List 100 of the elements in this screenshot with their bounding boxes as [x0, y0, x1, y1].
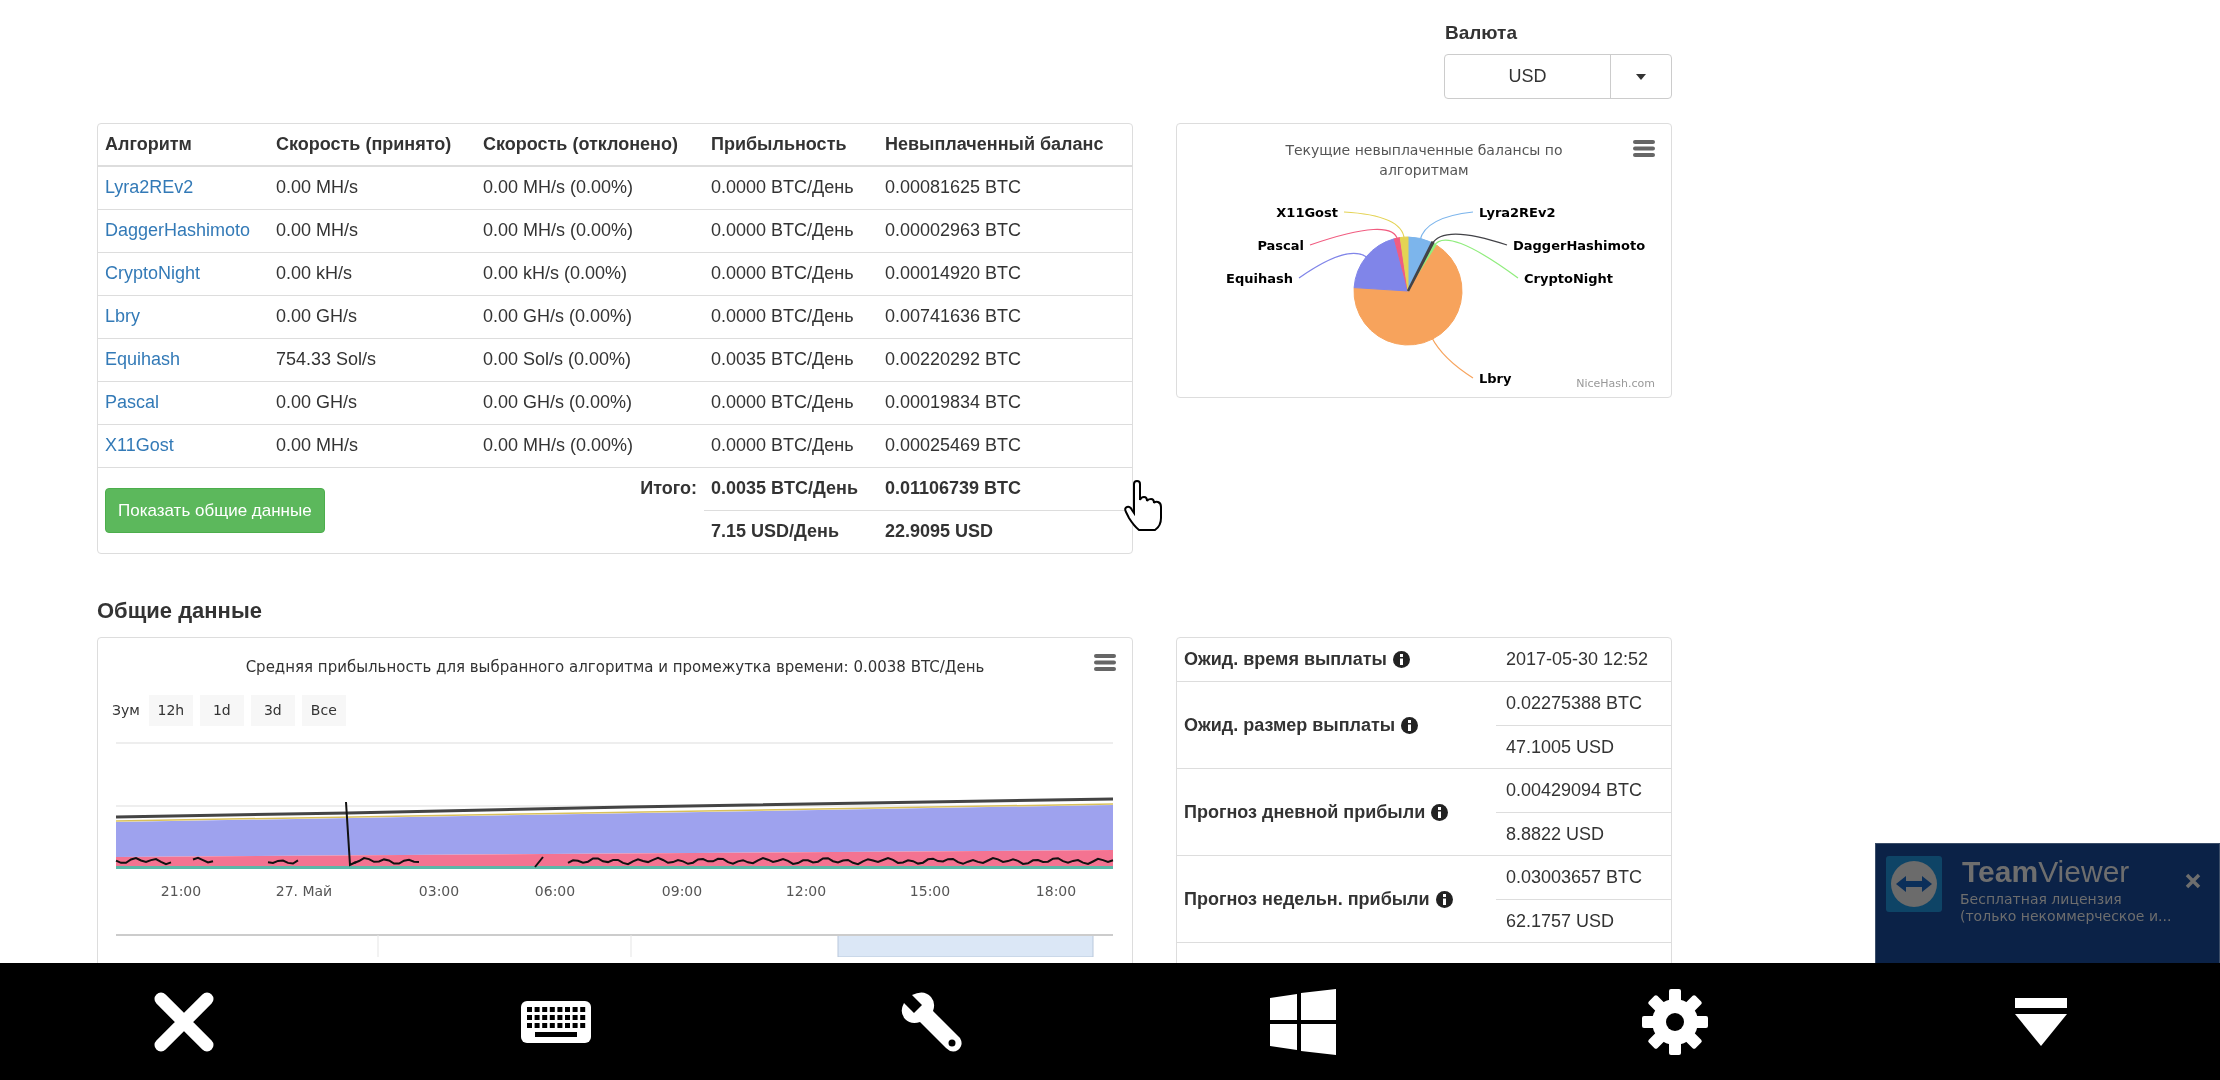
slice-label: Pascal	[1257, 238, 1304, 253]
chart-credit[interactable]: NiceHash.com	[1576, 377, 1655, 390]
payout-value: 2017-05-30 12:52	[1505, 648, 1650, 671]
keyboard-icon[interactable]	[521, 1000, 592, 1043]
currency-select[interactable]: USD	[1444, 54, 1672, 99]
down-triangle-icon[interactable]	[2014, 997, 2067, 1046]
payout-value: 0.00429094 BTC	[1505, 779, 1644, 802]
column-header: Алгоритм	[98, 124, 269, 166]
table-cell: 0.00 GH/s (0.00%)	[476, 295, 704, 338]
table-cell: 0.00 MH/s	[269, 209, 476, 252]
axis-label: 18:00	[1035, 883, 1077, 899]
slice-label: CryptoNight	[1524, 271, 1613, 286]
chart-title: Средняя прибыльность для выбранного алгоритма и промежутка времени: 0.0038 BTC/День	[245, 657, 985, 678]
license-text: Бесплатная лицензия	[1960, 891, 2123, 908]
table-cell: 0.00025469 BTC	[878, 424, 1132, 467]
payout-value: 0.03003657 BTC	[1505, 866, 1644, 889]
zoom-button[interactable]: 3d	[250, 695, 295, 726]
axis-label: 06:00	[534, 883, 576, 899]
table-cell: 0.00019834 BTC	[878, 381, 1132, 424]
leader-line	[1298, 252, 1369, 279]
column-header: Прибыльность	[704, 124, 878, 166]
column-header: Скорость (принято)	[269, 124, 476, 166]
zoom-button[interactable]: 1d	[199, 695, 244, 726]
table-cell: 0.00220292 BTC	[878, 338, 1132, 381]
zoom-label: Зум	[112, 701, 140, 720]
table-cell: 0.00081625 BTC	[878, 166, 1132, 209]
total-cell: 0.0035 BTC/День	[704, 467, 878, 510]
table-cell: 0.0000 BTC/День	[704, 252, 878, 295]
app-title: TeamViewer	[1962, 855, 2130, 889]
axis-label: 15:00	[909, 883, 951, 899]
chart-title: Текущие невыплаченные балансы по алгоритмам	[1284, 141, 1564, 180]
table-cell: 0.00 MH/s	[269, 424, 476, 467]
caret-icon	[1636, 73, 1646, 80]
menu-icon[interactable]	[1633, 140, 1655, 157]
table-cell: 0.00 MH/s (0.00%)	[476, 209, 704, 252]
table-cell: 0.0000 BTC/День	[704, 209, 878, 252]
algorithm-link[interactable]: Equihash	[105, 349, 181, 369]
table-cell: 0.0000 BTC/День	[704, 166, 878, 209]
slice-label: X11Gost	[1276, 205, 1338, 220]
section-heading: Общие данные	[97, 597, 263, 625]
zoom-button[interactable]: Все	[301, 695, 346, 726]
table-cell: 0.0000 BTC/День	[704, 424, 878, 467]
close-icon[interactable]	[153, 990, 216, 1053]
algorithm-link[interactable]: Lbry	[105, 306, 140, 326]
table-cell: 0.0000 BTC/День	[704, 295, 878, 338]
info-icon[interactable]	[1401, 716, 1419, 734]
payout-value: 8.8822 USD	[1496, 812, 1671, 855]
payout-value: 47.1005 USD	[1496, 725, 1671, 768]
table-cell: 0.00 MH/s (0.00%)	[476, 424, 704, 467]
algorithm-link[interactable]: Pascal	[105, 392, 160, 412]
axis-label: 12:00	[785, 883, 827, 899]
total-label: Итого:	[476, 467, 704, 510]
algorithm-link[interactable]: CryptoNight	[105, 263, 201, 283]
axis-label: 03:00	[418, 883, 460, 899]
slice-label: Equihash	[1226, 271, 1293, 286]
axis-label: 27. Май	[275, 883, 333, 899]
slice-label: DaggerHashimoto	[1513, 238, 1646, 253]
column-header: Невыплаченный баланс	[878, 124, 1132, 166]
payout-label: Прогноз дневной прибыли	[1184, 800, 1426, 824]
table-cell: 0.00014920 BTC	[878, 252, 1132, 295]
show-totals-button[interactable]: Показать общие данные	[105, 487, 325, 533]
table-cell: 0.00 kH/s	[269, 252, 476, 295]
payout-value: 62.1757 USD	[1496, 899, 1671, 942]
table-cell: 0.00 kH/s (0.00%)	[476, 252, 704, 295]
axis-label: 21:00	[160, 883, 202, 899]
algorithm-link[interactable]: Lyra2REv2	[105, 177, 194, 198]
table-cell: 0.00 MH/s (0.00%)	[476, 166, 704, 209]
axis-label: 09:00	[661, 883, 703, 899]
table-cell: 0.0000 BTC/День	[704, 381, 878, 424]
algorithm-link[interactable]: X11Gost	[105, 435, 174, 455]
table-cell: 754.33 Sol/s	[269, 338, 476, 381]
info-icon[interactable]	[1431, 803, 1449, 821]
table-cell: 0.00 Sol/s (0.00%)	[476, 338, 704, 381]
double-arrow-logo-icon	[1886, 856, 1942, 912]
table-cell: 0.00741636 BTC	[878, 295, 1132, 338]
info-icon[interactable]	[1392, 651, 1410, 668]
total-cell: 7.15 USD/День	[704, 510, 878, 553]
table-cell: 0.00 GH/s	[269, 381, 476, 424]
license-text: (только некоммерческое и...	[1960, 908, 2172, 925]
payout-label: Ожид. размер выплаты	[1184, 713, 1396, 737]
table-cell: 0.00 MH/s	[269, 166, 476, 209]
windows-icon[interactable]	[1270, 988, 1337, 1055]
payout-label: Ожид. время выплаты	[1184, 648, 1387, 671]
slice-label: Lbry	[1479, 371, 1512, 386]
table-cell: 0.00002963 BTC	[878, 209, 1132, 252]
slice-label: Lyra2REv2	[1479, 205, 1556, 220]
menu-icon[interactable]	[1094, 654, 1116, 671]
total-cell: 0.01106739 BTC	[878, 467, 1132, 510]
payout-label: Прогноз недельн. прибыли	[1184, 887, 1430, 911]
zoom-button[interactable]: 12h	[148, 695, 193, 726]
table-cell: 0.0035 BTC/День	[704, 338, 878, 381]
payout-value: 0.02275388 BTC	[1505, 692, 1644, 715]
settings-icon[interactable]	[1642, 988, 1709, 1055]
column-header: Скорость (отклонено)	[476, 124, 704, 166]
info-icon[interactable]	[1435, 890, 1453, 908]
algorithm-link[interactable]: DaggerHashimoto	[105, 220, 251, 240]
leader-line	[1431, 336, 1474, 379]
table-cell: 0.00 GH/s (0.00%)	[476, 381, 704, 424]
table-cell: 0.00 GH/s	[269, 295, 476, 338]
currency-label: Валюта	[1445, 21, 1517, 45]
